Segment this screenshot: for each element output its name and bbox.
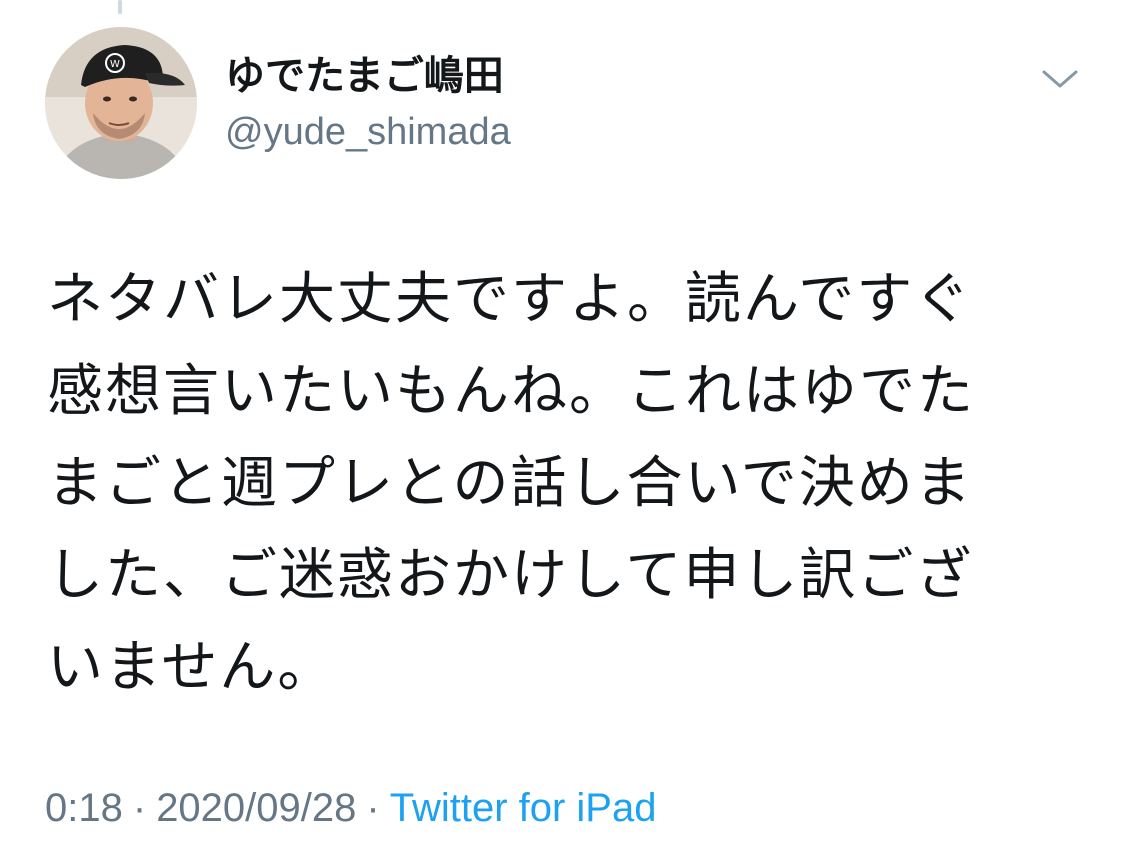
tweet-text-line: ネタバレ大丈夫ですよ。読んですぐ bbox=[47, 267, 973, 332]
user-handle[interactable]: @yude_shimada bbox=[225, 107, 511, 157]
tweet-body: ネタバレ大丈夫ですよ。読んですぐ 感想言いたいもんね。これはゆでた まごと週プレ… bbox=[47, 254, 1057, 714]
tweet-text-line: まごと週プレとの話し合いで決めま bbox=[47, 451, 973, 516]
tweet-time[interactable]: 0:18 bbox=[45, 786, 123, 830]
tweet-text-line: 感想言いたいもんね。これはゆでた bbox=[47, 359, 975, 424]
chevron-down-icon bbox=[1042, 70, 1078, 88]
display-name[interactable]: ゆでたまご嶋田 bbox=[225, 50, 504, 102]
meta-separator: · bbox=[366, 786, 380, 830]
user-avatar-photo: W bbox=[45, 27, 197, 179]
avatar[interactable]: W bbox=[45, 27, 197, 179]
tweet-meta: 0:18 · 2020/09/28 · Twitter for iPad bbox=[45, 782, 656, 834]
tweet-text-line: した、ご迷惑おかけして申し訳ござ bbox=[47, 543, 974, 608]
tweet-date[interactable]: 2020/09/28 bbox=[156, 786, 356, 830]
tweet-text-line: いません。 bbox=[47, 635, 336, 700]
svg-text:W: W bbox=[110, 59, 120, 70]
tweet-menu-button[interactable] bbox=[1032, 62, 1088, 98]
meta-separator: · bbox=[132, 786, 147, 830]
tweet-source-link[interactable]: Twitter for iPad bbox=[390, 786, 657, 830]
thread-connector-line bbox=[118, 0, 122, 14]
